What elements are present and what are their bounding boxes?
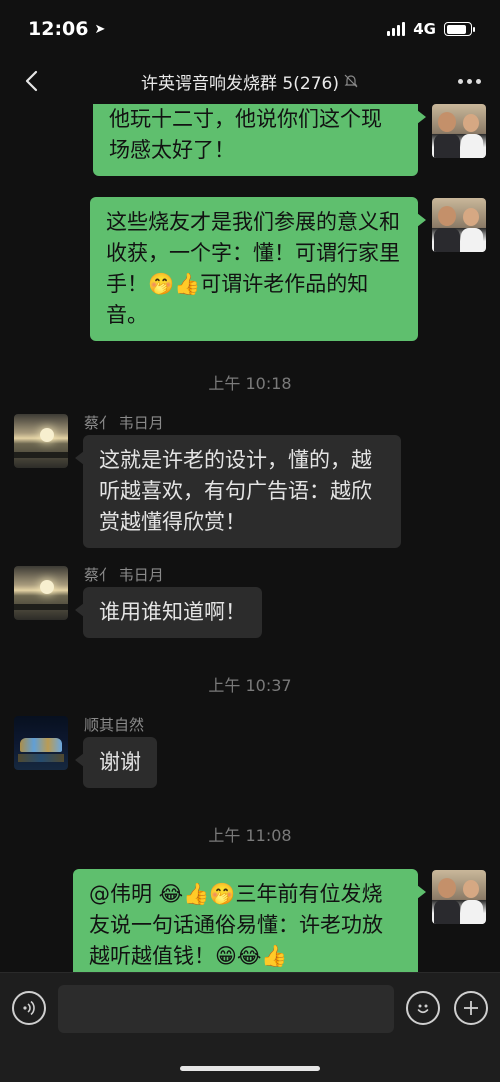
message-text: @伟明 😂👍🤭三年前有位发烧友说一句话通俗易懂：许老功放越听越值钱！😁😂👍 bbox=[89, 882, 383, 968]
message-text: 这就是许老的设计，懂的，越听越喜欢，有句广告语：越欣赏越懂得欣赏！ bbox=[99, 448, 372, 534]
more-icon-dot bbox=[475, 78, 481, 84]
status-indicators: 4G bbox=[387, 20, 475, 38]
time-divider: 上午 10:18 bbox=[208, 374, 292, 393]
message-bubble-incoming[interactable]: 这就是许老的设计，懂的，越听越喜欢，有句广告语：越欣赏越懂得欣赏！ bbox=[75, 435, 401, 548]
message-bubble-incoming[interactable]: 谁用谁知道啊！ bbox=[75, 587, 262, 638]
message-text: 谁用谁知道啊！ bbox=[99, 600, 246, 624]
voice-icon bbox=[23, 1000, 35, 1016]
plus-icon bbox=[464, 1001, 478, 1015]
status-bar: 12:06 ➤ 4G bbox=[0, 0, 500, 58]
signal-icon bbox=[387, 22, 406, 36]
message-text: 这些烧友才是我们参展的意义和收获，一个字：懂！可谓行家里手！🤭👍可谓许老作品的知… bbox=[106, 210, 400, 327]
emoji-button[interactable] bbox=[406, 991, 440, 1025]
sender-name: 蔡亻 韦日月 bbox=[84, 414, 164, 432]
home-indicator bbox=[180, 1066, 320, 1071]
mute-bell-icon bbox=[344, 74, 358, 88]
more-icon-dot bbox=[457, 78, 463, 84]
avatar[interactable] bbox=[432, 104, 486, 158]
more-icon-dot bbox=[466, 78, 472, 84]
emoji-icon bbox=[417, 1004, 429, 1014]
message-bubble-incoming[interactable]: 谢谢 bbox=[75, 737, 157, 788]
back-button[interactable] bbox=[14, 64, 48, 98]
time-divider: 上午 11:08 bbox=[208, 826, 292, 845]
sender-name: 蔡亻 韦日月 bbox=[84, 566, 164, 584]
message-input[interactable] bbox=[58, 985, 394, 1033]
avatar[interactable] bbox=[432, 198, 486, 252]
voice-button[interactable] bbox=[12, 991, 46, 1025]
message-text: 他玩十二寸，他说你们这个现场感太好了！ bbox=[109, 107, 382, 162]
status-time: 12:06 bbox=[28, 18, 89, 40]
more-button[interactable] bbox=[452, 64, 486, 98]
message-bubble-outgoing[interactable]: 他玩十二寸，他说你们这个现场感太好了！ bbox=[93, 104, 426, 176]
chat-title: 许英谔音响发烧群 5(276) bbox=[141, 69, 359, 94]
avatar[interactable] bbox=[432, 870, 486, 924]
battery-icon bbox=[444, 22, 475, 36]
avatar[interactable] bbox=[14, 566, 68, 620]
sender-name: 顺其自然 bbox=[84, 716, 145, 734]
message-text: 谢谢 bbox=[99, 750, 141, 774]
network-label: 4G bbox=[413, 20, 436, 38]
nav-bar: 许英谔音响发烧群 5(276) bbox=[0, 58, 500, 104]
time-divider: 上午 10:37 bbox=[208, 676, 292, 695]
message-bubble-outgoing[interactable]: 这些烧友才是我们参展的意义和收获，一个字：懂！可谓行家里手！🤭👍可谓许老作品的知… bbox=[90, 197, 426, 341]
location-arrow-icon: ➤ bbox=[94, 21, 106, 37]
back-icon bbox=[25, 70, 38, 92]
chat-message-list[interactable]: 他玩十二寸，他说你们这个现场感太好了！ 这些烧友才是我们参展的意义和收获，一个字… bbox=[0, 104, 500, 972]
avatar[interactable] bbox=[14, 716, 68, 770]
avatar[interactable] bbox=[14, 414, 68, 468]
message-bubble-outgoing[interactable]: @伟明 😂👍🤭三年前有位发烧友说一句话通俗易懂：许老功放越听越值钱！😁😂👍 bbox=[73, 869, 426, 972]
chat-title-text: 许英谔音响发烧群 5(276) bbox=[141, 73, 339, 94]
plus-button[interactable] bbox=[454, 991, 488, 1025]
